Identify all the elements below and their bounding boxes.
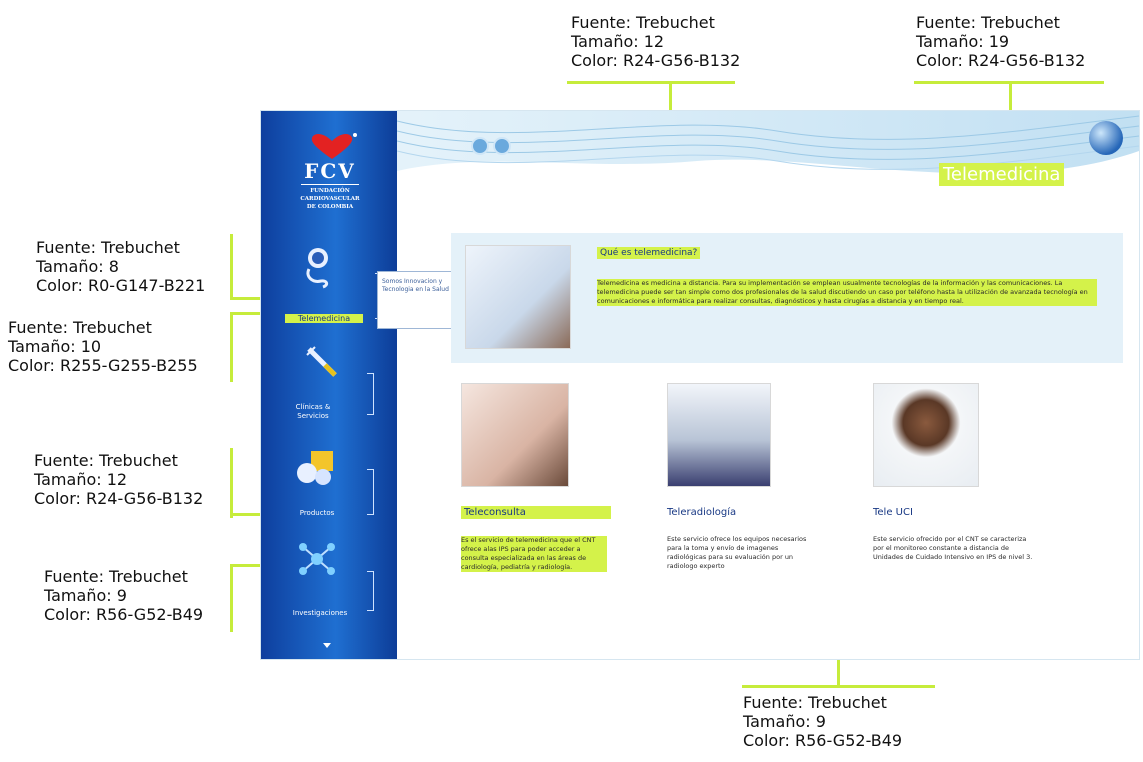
header-banner <box>396 111 1139 203</box>
teleradiologia-photo <box>667 383 771 487</box>
website-mockup: Telemedicina FCV FUNDACIÓN CARDIOVASCULAR… <box>260 110 1140 660</box>
nav-label-productos: Productos <box>299 509 335 517</box>
globe-icon <box>1089 121 1123 155</box>
annotation-intro-body: Fuente: Trebuchet Tamaño: 9 Color: R56-G52… <box>743 693 903 750</box>
fcv-logo[interactable]: FCV FUNDACIÓN CARDIOVASCULAR DE COLOMBIA <box>275 129 385 210</box>
annotation-service-title: Fuente: Trebuchet Tamaño: 12 Color: R24-G5… <box>34 451 204 508</box>
info-icon[interactable] <box>493 137 511 155</box>
nav-bracket <box>367 469 374 515</box>
service-body-teleradiologia: Este servicio ofrece los equipos necesar… <box>667 535 807 570</box>
annotation-leader <box>230 312 233 382</box>
annotation-service-body: Fuente: Trebuchet Tamaño: 9 Color: R56-G52… <box>44 567 204 624</box>
logo-divider <box>301 184 359 185</box>
annotation-tooltip: Fuente: Trebuchet Tamaño: 8 Color: R0-G147… <box>36 238 206 295</box>
service-title-tele-uci: Tele UCI <box>873 507 913 518</box>
chevron-down-icon[interactable] <box>323 643 331 648</box>
teleconsulta-photo <box>461 383 569 487</box>
logo-subtitle: FUNDACIÓN CARDIOVASCULAR DE COLOMBIA <box>300 188 360 210</box>
annotation-nav-label: Fuente: Trebuchet Tamaño: 10 Color: R255-G… <box>8 318 198 375</box>
service-title-teleconsulta: Teleconsulta <box>461 506 611 519</box>
nav-bracket <box>367 571 374 611</box>
sidebar: FCV FUNDACIÓN CARDIOVASCULAR DE COLOMBIA T… <box>261 111 397 659</box>
help-icon[interactable] <box>471 137 489 155</box>
annotation-intro-heading: Fuente: Trebuchet Tamaño: 12 Color: R24-G5… <box>571 13 741 70</box>
syringe-icon <box>306 346 337 377</box>
intro-body: Telemedicina es medicina a distancia. Pa… <box>597 279 1097 306</box>
annotation-underline <box>567 81 735 84</box>
intro-heading: Qué es telemedicina? <box>597 247 701 259</box>
header-waves <box>396 111 1139 174</box>
nav-bracket <box>367 373 374 415</box>
intro-photo <box>465 245 571 349</box>
nav-label-telemedicina: Telemedicina <box>285 314 363 323</box>
service-title-teleradiologia: Teleradiología <box>667 507 737 518</box>
annotation-leader <box>230 448 233 518</box>
annotation-page-title: Fuente: Trebuchet Tamaño: 19 Color: R24-G5… <box>916 13 1086 70</box>
molecule-icon <box>299 543 335 575</box>
tele-uci-photo <box>873 383 979 487</box>
nav-label-clinicas: Clínicas & Servicios <box>295 403 331 420</box>
medicine-box-icon <box>297 451 333 485</box>
stethoscope-icon <box>306 248 329 289</box>
page-title: Telemedicina <box>939 163 1065 186</box>
heart-logo-icon <box>311 133 357 159</box>
annotation-underline <box>742 685 935 688</box>
annotation-leader <box>230 234 233 300</box>
annotation-leader <box>230 564 233 632</box>
service-body-tele-uci: Este servicio ofrecido por el CNT se car… <box>873 535 1033 561</box>
service-body-teleconsulta: Es el servicio de telemedicina que el CN… <box>461 536 607 572</box>
intro-panel: Qué es telemedicina? Telemedicina es med… <box>451 233 1123 363</box>
logo-title: FCV <box>304 159 356 183</box>
nav-label-investigaciones: Investigaciones <box>292 609 348 617</box>
